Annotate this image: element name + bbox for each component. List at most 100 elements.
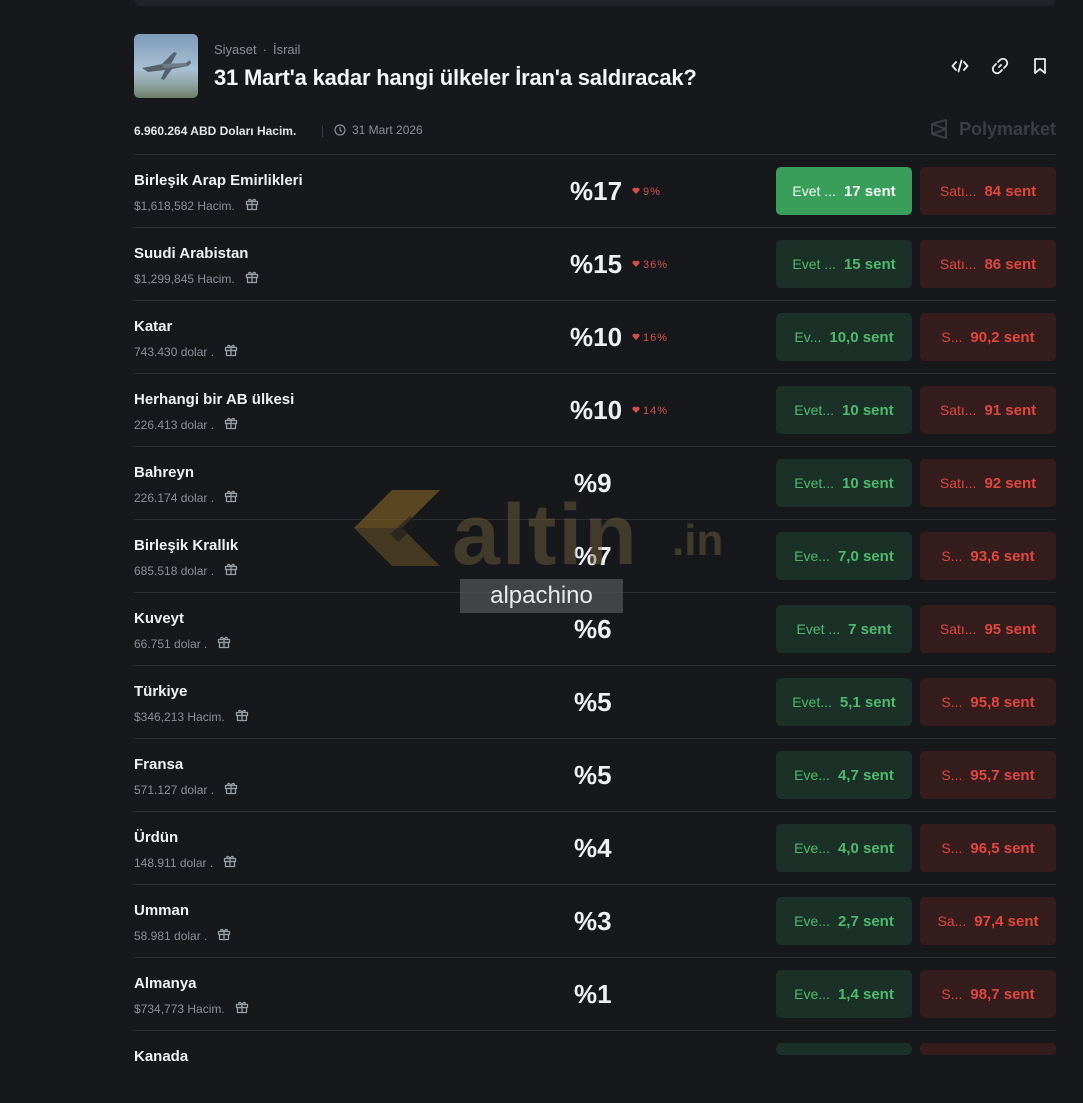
buy-no-button[interactable]: S... 90,2 sent	[920, 313, 1056, 361]
page-title: 31 Mart'a kadar hangi ülkeler İran'a sal…	[214, 65, 697, 90]
buy-yes-button[interactable]: Ev... 10,0 sent	[776, 313, 912, 361]
buy-yes-button[interactable]: Eve... 4,7 sent	[776, 751, 912, 799]
tag-link[interactable]: İsrail	[273, 42, 300, 57]
no-price: 98,7 sent	[970, 985, 1035, 1003]
buy-no-button[interactable]: Satı... 91 sent	[920, 386, 1056, 434]
header-actions	[950, 56, 1050, 76]
buy-yes-button[interactable]: Evet... 10 sent	[776, 459, 912, 507]
bookmark-icon[interactable]	[1030, 56, 1050, 76]
buy-yes-button[interactable]: Evet ... 15 sent	[776, 240, 912, 288]
heart-down-icon	[632, 186, 640, 198]
breadcrumb: Siyaset · İsrail	[214, 42, 300, 57]
buy-no-button[interactable]: S... 95,8 sent	[920, 678, 1056, 726]
brand-name: Polymarket	[958, 118, 1056, 139]
no-label: Sa...	[937, 913, 967, 929]
buy-yes-button[interactable]: Eve... 7,0 sent	[776, 532, 912, 580]
no-price: 95 sent	[984, 620, 1037, 638]
code-icon[interactable]	[950, 56, 970, 76]
no-price: 95,8 sent	[970, 693, 1035, 711]
buy-yes-button[interactable]: Evet ... 7 sent	[776, 605, 912, 653]
probability-value: %17	[570, 176, 623, 206]
buy-no-button[interactable]: Satı... 92 sent	[920, 459, 1056, 507]
change-value: 9%	[643, 185, 661, 198]
probability-value: %10	[570, 395, 623, 425]
probability-value: %7	[574, 541, 612, 571]
probability-change: 16%	[632, 332, 668, 344]
probability-value: %5	[574, 760, 612, 790]
probability-value: %1	[574, 979, 612, 1009]
yes-label: Evet ...	[792, 256, 836, 272]
outcome-row[interactable]: Suudi Arabistan $1,299,845 Hacim. %15 36…	[134, 227, 1056, 300]
no-price: 93,6 sent	[970, 547, 1035, 565]
no-label: S...	[941, 840, 963, 856]
probability-value: %15	[570, 249, 623, 279]
outcome-row[interactable]: Fransa 571.127 dolar . %5 Eve... 4,7 sen…	[134, 738, 1056, 811]
buy-yes-button[interactable]: Evet... 5,1 sent	[776, 678, 912, 726]
buy-yes-button[interactable]: Eve... 4,0 sent	[776, 824, 912, 872]
polymarket-logo[interactable]: Polymarket	[929, 118, 1056, 140]
buy-yes-button[interactable]	[776, 1043, 912, 1055]
outcome-name: Katar	[134, 318, 173, 335]
buy-no-button[interactable]: S... 96,5 sent	[920, 824, 1056, 872]
probability-value: %4	[574, 833, 612, 863]
gift-icon[interactable]	[245, 270, 259, 287]
outcome-row[interactable]: Herhangi bir AB ülkesi 226.413 dolar . %…	[134, 373, 1056, 446]
gift-icon[interactable]	[224, 343, 238, 360]
no-label: Satı...	[939, 183, 977, 199]
outcome-row[interactable]: Birleşik Krallık 685.518 dolar . %7 Eve.…	[134, 519, 1056, 592]
buy-no-button[interactable]: Satı... 95 sent	[920, 605, 1056, 653]
outcome-volume-line: $1,299,845 Hacim.	[134, 270, 259, 287]
buy-no-button[interactable]: S... 98,7 sent	[920, 970, 1056, 1018]
outcome-volume-line: 743.430 dolar .	[134, 343, 238, 360]
no-label: S...	[941, 548, 963, 564]
no-price: 84 sent	[984, 182, 1037, 200]
yes-label: Ev...	[794, 329, 822, 345]
buy-no-button[interactable]: S... 93,6 sent	[920, 532, 1056, 580]
probability-change: 36%	[632, 259, 668, 271]
gift-icon[interactable]	[245, 197, 259, 214]
outcome-volume: 226.413 dolar .	[134, 417, 215, 432]
buy-no-button[interactable]: Satı... 86 sent	[920, 240, 1056, 288]
yes-label: Eve...	[794, 548, 830, 564]
search-bar-edge	[135, 0, 1055, 6]
yes-label: Evet...	[792, 694, 832, 710]
no-price: 90,2 sent	[970, 328, 1035, 346]
yes-price: 7,0 sent	[837, 547, 894, 565]
gift-icon[interactable]	[224, 416, 238, 433]
outcome-row[interactable]: Türkiye $346,213 Hacim. %5 Evet... 5,1 s…	[134, 665, 1056, 738]
market-header: Siyaset · İsrail 31 Mart'a kadar hangi ü…	[134, 34, 1056, 98]
buy-no-button[interactable]: S... 95,7 sent	[920, 751, 1056, 799]
buy-yes-button[interactable]: Eve... 2,7 sent	[776, 897, 912, 945]
outcome-name: Kanada	[134, 1048, 189, 1065]
probability-change: 14%	[632, 405, 668, 417]
outcome-row[interactable]: Kanada	[134, 1030, 1056, 1103]
outcome-probability: %10 16%	[570, 322, 668, 353]
no-label: S...	[941, 986, 963, 1002]
buy-yes-button[interactable]: Evet ... 17 sent	[776, 167, 912, 215]
outcome-row[interactable]: Katar 743.430 dolar . %10 16% Ev... 10,0…	[134, 300, 1056, 373]
no-price: 97,4 sent	[974, 912, 1039, 930]
outcome-row[interactable]: Ürdün 148.911 dolar . %4 Eve... 4,0 sent…	[134, 811, 1056, 884]
yes-label: Eve...	[794, 986, 830, 1002]
buy-yes-button[interactable]: Evet... 10 sent	[776, 386, 912, 434]
no-price: 92 sent	[984, 474, 1037, 492]
buy-no-button[interactable]: Satı... 84 sent	[920, 167, 1056, 215]
outcome-row[interactable]: Kuveyt 66.751 dolar . %6 Evet ... 7 sent…	[134, 592, 1056, 665]
no-price: 95,7 sent	[970, 766, 1035, 784]
outcome-row[interactable]: Birleşik Arap Emirlikleri $1,618,582 Hac…	[134, 154, 1056, 227]
outcome-row[interactable]: Umman 58.981 dolar . %3 Eve... 2,7 sent …	[134, 884, 1056, 957]
buy-yes-button[interactable]: Eve... 1,4 sent	[776, 970, 912, 1018]
yes-price: 10 sent	[841, 474, 894, 492]
buy-no-button[interactable]: Sa... 97,4 sent	[920, 897, 1056, 945]
total-volume: 6.960.264 ABD Doları Hacim.	[134, 124, 297, 138]
market-thumbnail	[134, 34, 198, 98]
outcome-volume: $1,299,845 Hacim.	[134, 271, 235, 286]
outcome-row[interactable]: Bahreyn 226.174 dolar . %9 Evet... 10 se…	[134, 446, 1056, 519]
outcome-probability: %15 36%	[570, 249, 668, 280]
link-icon[interactable]	[990, 56, 1010, 76]
category-link[interactable]: Siyaset	[214, 42, 257, 57]
buy-no-button[interactable]	[920, 1043, 1056, 1055]
outcome-name: Suudi Arabistan	[134, 245, 249, 262]
outcome-row[interactable]: Almanya $734,773 Hacim. %1 Eve... 1,4 se…	[134, 957, 1056, 1030]
yes-price: 15 sent	[843, 255, 896, 273]
